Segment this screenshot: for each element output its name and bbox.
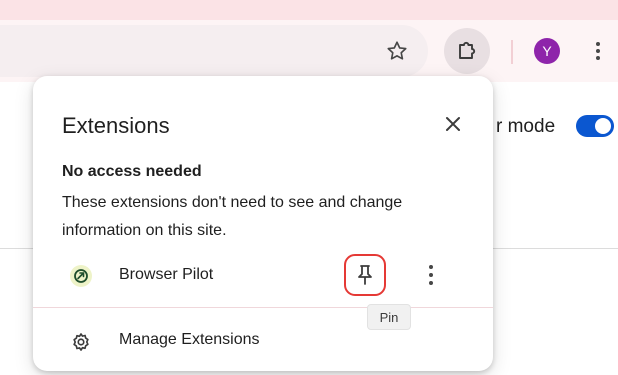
popup-divider: [33, 307, 493, 308]
more-vertical-icon: [429, 265, 433, 269]
pin-icon: [358, 265, 372, 285]
close-button[interactable]: [439, 110, 467, 138]
popup-title: Extensions: [62, 113, 170, 138]
star-icon: [387, 41, 407, 60]
more-vertical-icon: [596, 42, 600, 46]
browser-menu-button[interactable]: [588, 36, 608, 66]
close-icon: [446, 117, 460, 131]
gear-icon: [73, 333, 89, 351]
browser-pilot-logo-icon: [70, 265, 92, 287]
pin-extension-button[interactable]: [344, 254, 386, 296]
manage-extensions-label: Manage Extensions: [119, 331, 260, 348]
section-title: No access needed: [62, 163, 202, 180]
tab-strip: [0, 0, 618, 20]
puzzle-piece-icon: [459, 41, 476, 59]
extension-row-browser-pilot[interactable]: Browser Pilot: [33, 252, 493, 300]
extension-more-button[interactable]: [421, 260, 441, 290]
section-description: These extensions don't need to see and c…: [62, 194, 403, 239]
page-setting-toggle[interactable]: [576, 115, 614, 137]
manage-extensions-item[interactable]: Manage Extensions: [33, 322, 493, 362]
address-bar[interactable]: [0, 25, 428, 77]
tooltip-text: Pin: [379, 309, 399, 325]
avatar-letter: Y: [542, 43, 552, 59]
toolbar-separator: [511, 40, 513, 64]
bookmark-star-button[interactable]: [382, 36, 412, 66]
extensions-popup: Extensions No access needed These extens…: [33, 76, 493, 371]
page-setting-label: r mode: [496, 116, 556, 137]
extension-name: Browser Pilot: [119, 266, 214, 283]
pin-tooltip: Pin: [367, 304, 411, 330]
extensions-button[interactable]: [444, 28, 490, 74]
profile-avatar[interactable]: Y: [534, 38, 560, 64]
